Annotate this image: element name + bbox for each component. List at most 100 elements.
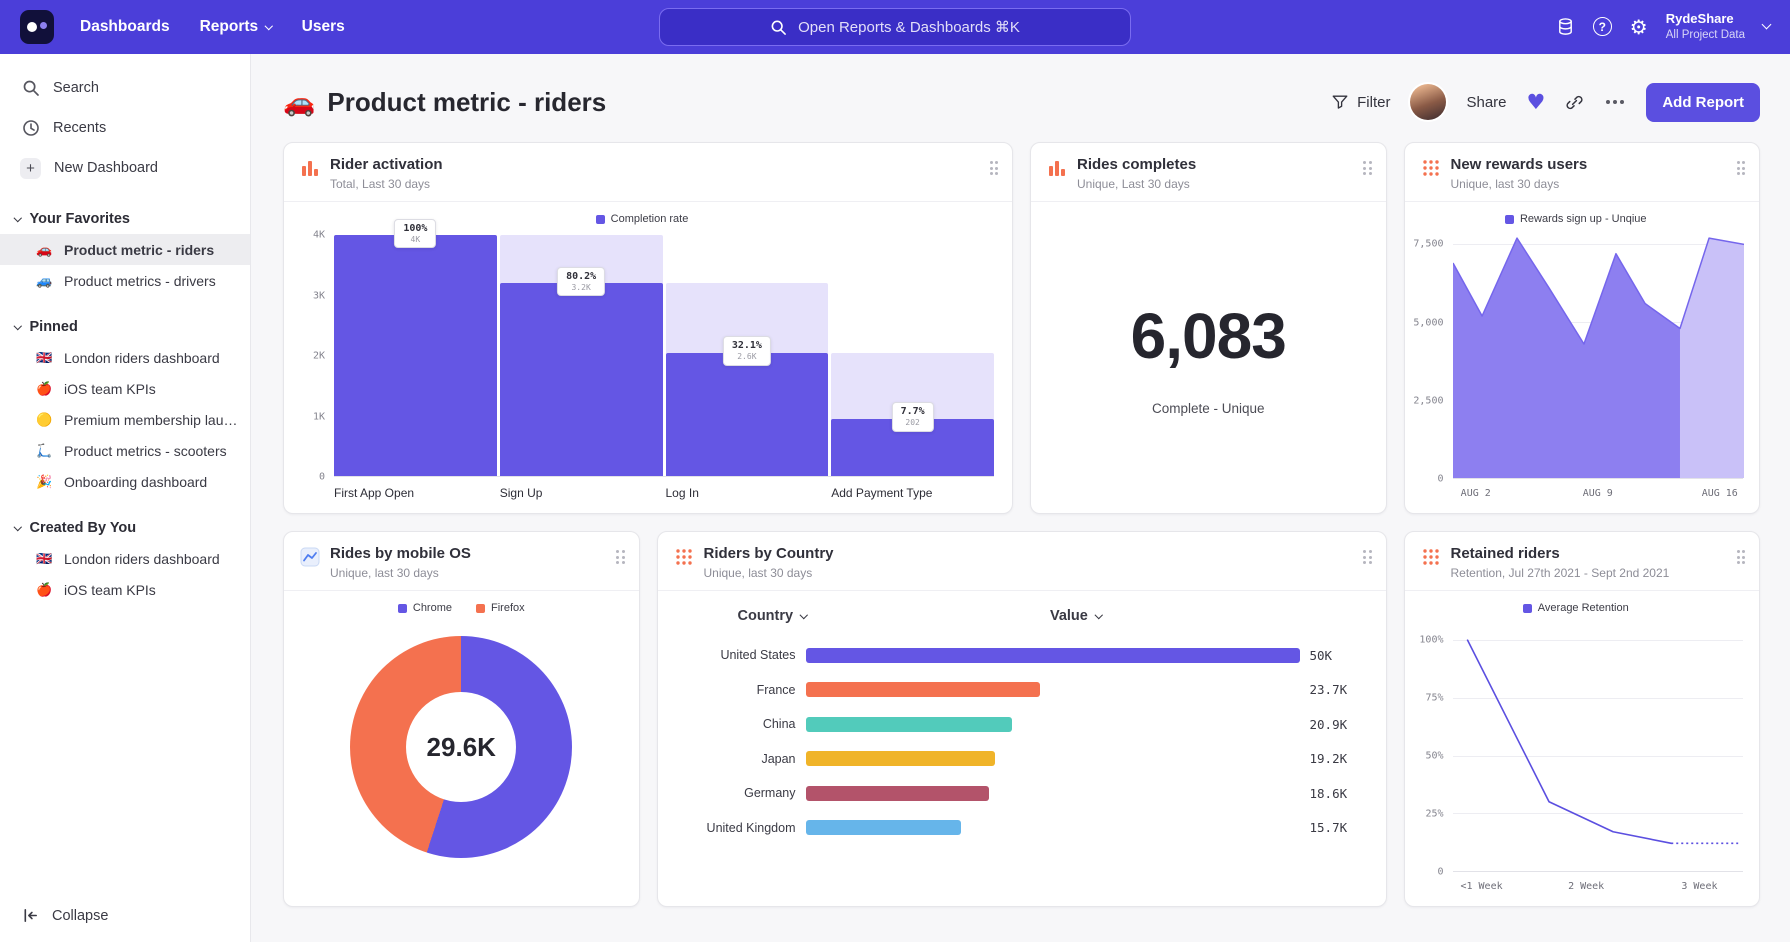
line-svg (1453, 624, 1744, 871)
drag-handle-icon[interactable] (1737, 161, 1746, 175)
legend-swatch (476, 604, 485, 613)
table-row[interactable]: China 20.9K (684, 707, 1360, 742)
legend-label: Chrome (413, 602, 452, 614)
card-header: Retained ridersRetention, Jul 27th 2021 … (1405, 532, 1760, 591)
item-emoji: 🚙 (36, 273, 55, 289)
country-label: United States (684, 648, 806, 662)
sidebar-item[interactable]: 🛴Product metrics - scooters (0, 435, 250, 466)
x-tick-label: First App Open (334, 486, 497, 503)
more-options-icon[interactable] (1604, 95, 1626, 109)
favorite-heart-icon[interactable]: ♥ (1527, 92, 1546, 113)
funnel-pct: 7.7% (901, 405, 925, 418)
donut-graphic[interactable]: 29.6K (350, 636, 572, 858)
card-title[interactable]: Retained riders (1451, 545, 1670, 562)
table-row[interactable]: France23.7K (684, 673, 1360, 708)
item-label: Product metrics - drivers (64, 273, 216, 289)
sidebar-item[interactable]: 🟡 Premium membership launch (0, 404, 250, 435)
table-row[interactable]: Germany18.6K (684, 776, 1360, 811)
database-icon[interactable] (1556, 17, 1575, 36)
funnel-step[interactable]: 100%4K (334, 235, 497, 476)
drag-handle-icon[interactable] (1363, 161, 1372, 175)
sidebar-item[interactable]: 🚙 Product metrics - drivers (0, 265, 250, 296)
value-column-select[interactable]: Value (1050, 608, 1101, 624)
sidebar-search[interactable]: Search (0, 68, 250, 108)
sidebar-section-toggle[interactable]: Pinned (0, 312, 250, 342)
sidebar-new-dashboard[interactable]: + New Dashboard (0, 148, 250, 188)
y-tick-label: 5,000 (1413, 317, 1443, 328)
project-switcher[interactable]: RydeShare All Project Data (1666, 11, 1745, 43)
chevron-down-icon (14, 214, 22, 222)
global-search[interactable]: Open Reports & Dashboards ⌘K (659, 8, 1131, 46)
x-tick-label: Log In (666, 486, 829, 503)
avatar[interactable] (1410, 84, 1446, 120)
chevron-down-icon[interactable] (1762, 20, 1772, 30)
table-row[interactable]: United States50K (684, 638, 1360, 673)
app-logo[interactable] (20, 10, 54, 44)
add-report-button[interactable]: Add Report (1646, 83, 1760, 122)
sidebar-section-toggle[interactable]: Created By You (0, 513, 250, 543)
card-riders-by-country: Riders by CountryUnique, last 30 days Co… (657, 531, 1387, 907)
y-tick-label: 50% (1425, 751, 1443, 762)
sidebar-item[interactable]: 🍎iOS team KPIs (0, 574, 250, 605)
table-row[interactable]: United Kingdom15.7K (684, 811, 1360, 846)
nav-dashboards[interactable]: Dashboards (80, 18, 170, 36)
legend-label: Average Retention (1538, 602, 1629, 614)
chevron-down-icon (1095, 611, 1103, 619)
settings-icon[interactable]: ⚙ (1630, 17, 1648, 37)
funnel-count: 202 (901, 418, 925, 428)
y-tick-label: 2K (313, 351, 325, 362)
value-label: 20.9K (1300, 717, 1360, 732)
bar-track (806, 820, 1300, 835)
card-rides-completes: Rides completesUnique, Last 30 days 6,08… (1030, 142, 1387, 514)
card-title[interactable]: Rides by mobile OS (330, 545, 471, 562)
sidebar-item[interactable]: 🚗Product metric - riders (0, 234, 250, 265)
sidebar-item[interactable]: 🎉Onboarding dashboard (0, 466, 250, 497)
legend-swatch (1505, 215, 1514, 224)
drag-handle-icon[interactable] (616, 550, 625, 564)
top-nav: Dashboards Reports Users Open Reports & … (0, 0, 1790, 54)
table-row[interactable]: Japan19.2K (684, 742, 1360, 777)
sidebar-item[interactable]: 🍎iOS team KPIs (0, 373, 250, 404)
share-label: Share (1466, 94, 1506, 111)
chart-legend: Rewards sign up - Unqiue (1409, 204, 1744, 235)
value-bar (806, 820, 961, 835)
country-column-select[interactable]: Country (738, 608, 807, 624)
card-title[interactable]: New rewards users (1451, 156, 1588, 173)
funnel-step[interactable]: 7.7%202 (831, 235, 994, 476)
collapse-button[interactable]: Collapse (0, 907, 130, 924)
funnel-bar (666, 353, 829, 477)
nav-users[interactable]: Users (302, 18, 345, 36)
filter-button[interactable]: Filter (1331, 93, 1390, 111)
project-name: RydeShare (1666, 11, 1745, 28)
drag-handle-icon[interactable] (990, 161, 999, 175)
drag-handle-icon[interactable] (1737, 550, 1746, 564)
funnel-value-chip: 80.2%3.2K (557, 267, 605, 296)
link-icon[interactable] (1565, 93, 1584, 112)
nav-reports[interactable]: Reports (200, 18, 272, 36)
sidebar-section-toggle[interactable]: Your Favorites (0, 204, 250, 234)
y-tick-label: 3K (313, 290, 325, 301)
card-title[interactable]: Rides completes (1077, 156, 1196, 173)
help-icon[interactable]: ? (1593, 17, 1612, 36)
sidebar-recents[interactable]: Recents (0, 108, 250, 148)
value-label: 15.7K (1300, 820, 1360, 835)
funnel-step[interactable]: 80.2%3.2K (500, 235, 663, 476)
country-label: China (684, 717, 806, 731)
card-title[interactable]: Riders by Country (704, 545, 834, 562)
item-emoji: 🟡 (36, 412, 55, 428)
funnel-value-chip: 7.7%202 (892, 402, 934, 431)
item-label: London riders dashboard (64, 350, 220, 366)
share-button[interactable]: Share (1466, 94, 1506, 111)
sidebar-item[interactable]: 🇬🇧London riders dashboard (0, 543, 250, 574)
funnel-bar (500, 283, 663, 476)
metric-caption: Complete - Unique (1152, 401, 1265, 416)
item-label: Premium membership launch (64, 412, 240, 428)
sidebar-item[interactable]: 🇬🇧London riders dashboard (0, 342, 250, 373)
collapse-icon (22, 907, 39, 924)
funnel-step[interactable]: 32.1%2.6K (666, 235, 829, 476)
card-header: Rides by mobile OSUnique, last 30 days (284, 532, 639, 591)
card-rider-activation: Rider activationTotal, Last 30 days Comp… (283, 142, 1013, 514)
drag-handle-icon[interactable] (1363, 550, 1372, 564)
funnel-pct: 100% (403, 222, 427, 235)
card-title[interactable]: Rider activation (330, 156, 443, 173)
